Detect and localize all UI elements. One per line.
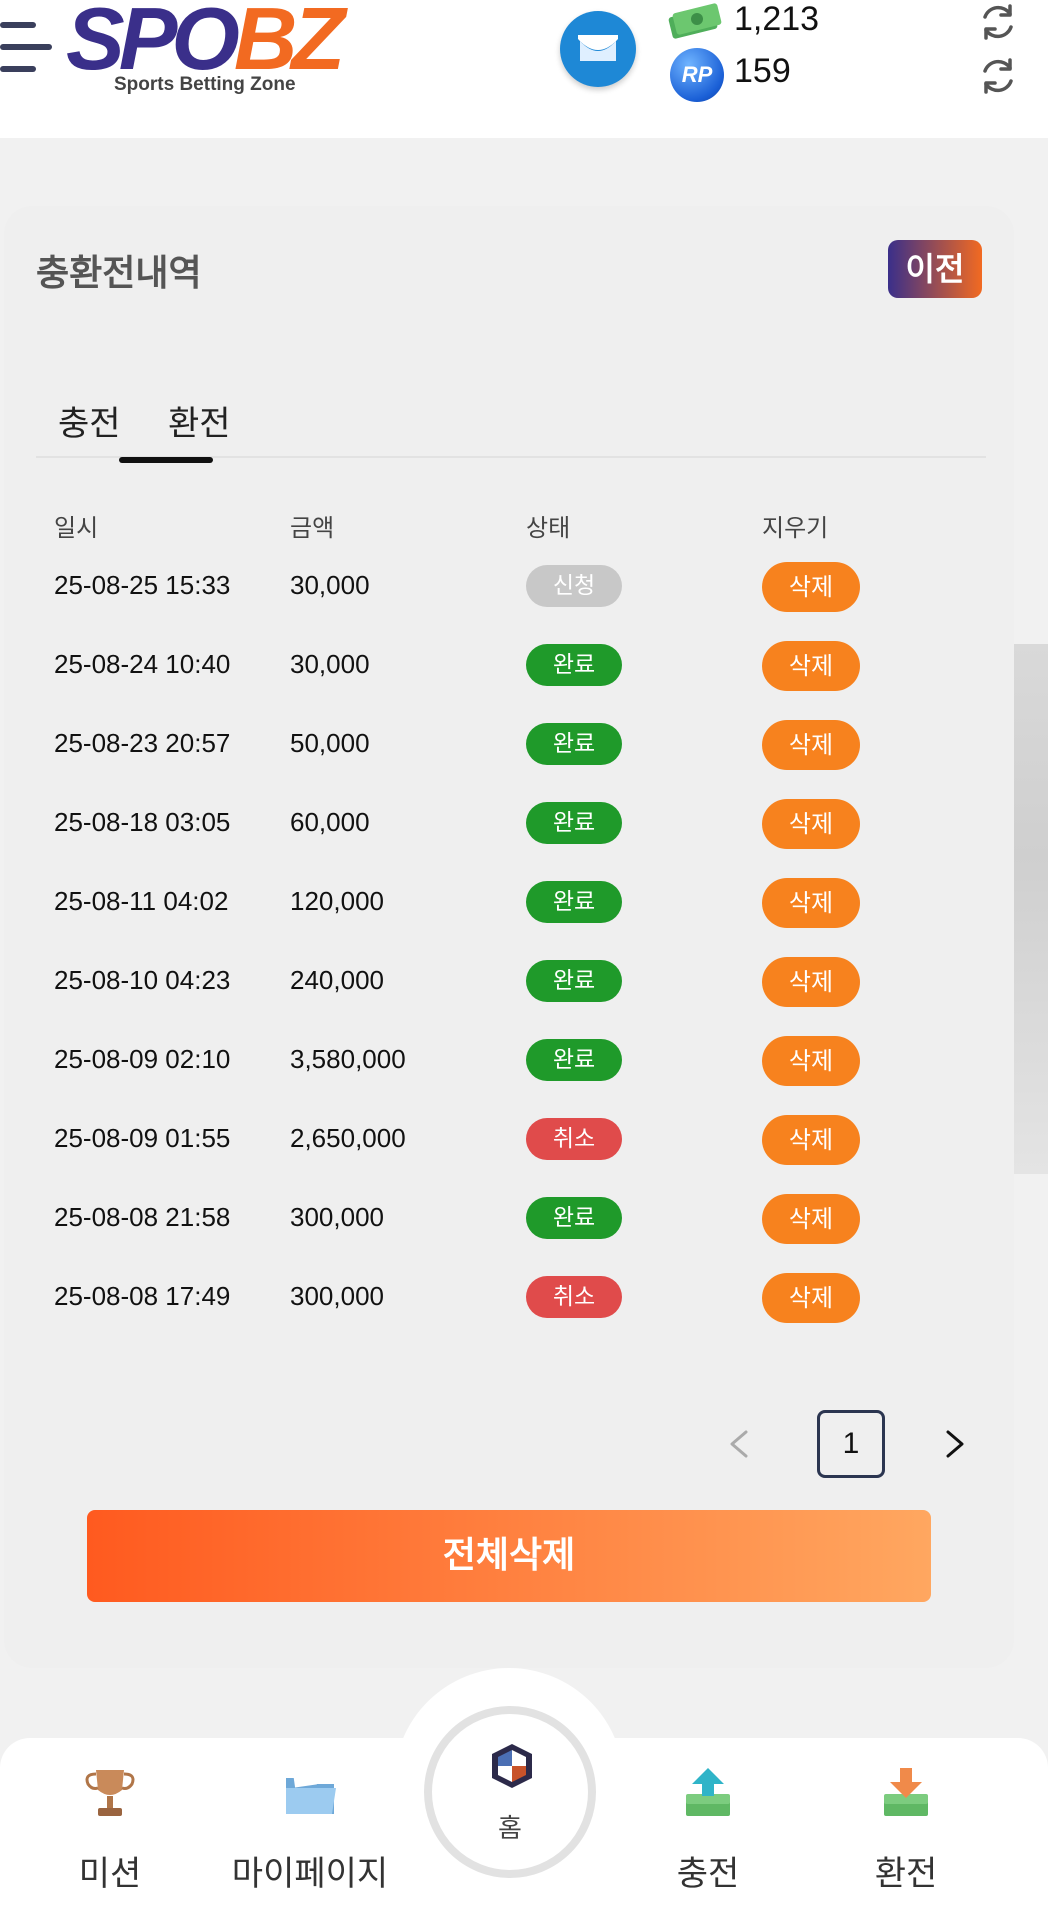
row-amount: 2,650,000	[290, 1123, 406, 1153]
background-image-strip	[1014, 644, 1048, 1174]
delete-row-button[interactable]: 삭제	[762, 641, 860, 691]
history-table: 일시 금액 상태 지우기 25-08-25 15:33 30,000 신청 삭제 25-…	[54, 508, 954, 1344]
trophy-icon	[85, 1770, 135, 1816]
column-status: 상태	[526, 514, 571, 542]
row-amount: 240,000	[290, 965, 384, 995]
cash-icon	[668, 3, 722, 39]
table-row: 25-08-11 04:02 120,000 완료 삭제	[54, 870, 954, 949]
nav-exchange-label: 환전	[874, 1854, 938, 1894]
table-header: 일시 금액 상태 지우기	[54, 508, 954, 554]
sports-shield-icon	[492, 1744, 532, 1788]
row-amount: 300,000	[290, 1202, 384, 1232]
status-badge: 완료	[526, 881, 622, 923]
row-amount: 30,000	[290, 570, 370, 600]
column-amount: 금액	[290, 514, 335, 542]
nav-mypage-label: 마이페이지	[231, 1854, 389, 1894]
status-badge: 완료	[526, 1197, 622, 1239]
table-row: 25-08-24 10:40 30,000 완료 삭제	[54, 633, 954, 712]
delete-row-button[interactable]: 삭제	[762, 1036, 860, 1086]
row-amount: 30,000	[290, 649, 370, 679]
row-date: 25-08-08 17:49	[54, 1281, 231, 1311]
row-date: 25-08-11 04:02	[54, 886, 229, 916]
page-number-current[interactable]: 1	[817, 1410, 885, 1478]
nav-home-label: 홈	[498, 1814, 522, 1844]
table-row: 25-08-23 20:57 50,000 완료 삭제	[54, 712, 954, 791]
refresh-money-icon[interactable]	[976, 0, 1020, 44]
pagination: 1	[720, 1410, 990, 1480]
row-amount: 120,000	[290, 886, 384, 916]
envelope-icon	[578, 35, 618, 61]
deposit-icon	[686, 1768, 730, 1816]
nav-charge-label: 충전	[676, 1854, 740, 1894]
page-title: 충환전내역	[36, 253, 202, 294]
status-badge: 완료	[526, 723, 622, 765]
status-badge: 신청	[526, 565, 622, 607]
table-row: 25-08-09 02:10 3,580,000 완료 삭제	[54, 1028, 954, 1107]
tab-exchange[interactable]: 환전	[168, 396, 231, 445]
delete-row-button[interactable]: 삭제	[762, 878, 860, 928]
chevron-right-icon[interactable]	[934, 1424, 974, 1464]
delete-row-button[interactable]: 삭제	[762, 1194, 860, 1244]
row-date: 25-08-09 01:55	[54, 1123, 231, 1153]
table-row: 25-08-08 21:58 300,000 완료 삭제	[54, 1186, 954, 1265]
rp-coin-icon: RP	[670, 48, 724, 102]
row-amount: 3,580,000	[290, 1044, 406, 1074]
row-amount: 50,000	[290, 728, 370, 758]
delete-row-button[interactable]: 삭제	[762, 957, 860, 1007]
delete-all-button[interactable]: 전체삭제	[87, 1510, 931, 1602]
delete-row-button[interactable]: 삭제	[762, 562, 860, 612]
status-badge: 완료	[526, 960, 622, 1002]
logo[interactable]: SPOBZ Sports Betting Zone	[66, 0, 346, 104]
nav-home[interactable]: 홈	[424, 1706, 596, 1878]
row-date: 25-08-10 04:23	[54, 965, 231, 995]
history-card: 충환전내역 이전 충전 환전 일시 금액 상태 지우기 25-08-25 15:…	[4, 206, 1014, 1668]
money-balance: 1,213	[734, 0, 820, 38]
row-date: 25-08-18 03:05	[54, 807, 231, 837]
row-date: 25-08-23 20:57	[54, 728, 231, 758]
table-row: 25-08-09 01:55 2,650,000 취소 삭제	[54, 1107, 954, 1186]
table-row: 25-08-25 15:33 30,000 신청 삭제	[54, 554, 954, 633]
logo-subtitle: Sports Betting Zone	[114, 74, 296, 95]
table-row: 25-08-08 17:49 300,000 취소 삭제	[54, 1265, 954, 1344]
status-badge: 완료	[526, 644, 622, 686]
delete-row-button[interactable]: 삭제	[762, 720, 860, 770]
row-amount: 60,000	[290, 807, 370, 837]
prev-button[interactable]: 이전	[888, 240, 982, 298]
row-date: 25-08-25 15:33	[54, 570, 231, 600]
delete-row-button[interactable]: 삭제	[762, 1115, 860, 1165]
rp-balance: 159	[734, 52, 791, 90]
withdraw-icon	[884, 1768, 928, 1816]
menu-icon[interactable]	[0, 18, 56, 74]
refresh-rp-icon[interactable]	[976, 54, 1020, 98]
folder-icon	[286, 1770, 336, 1814]
chevron-left-icon[interactable]	[720, 1424, 760, 1464]
status-badge: 취소	[526, 1118, 622, 1160]
status-badge: 취소	[526, 1276, 622, 1318]
delete-row-button[interactable]: 삭제	[762, 1273, 860, 1323]
top-header: SPOBZ Sports Betting Zone 1,213 RP 159	[0, 0, 1048, 138]
row-date: 25-08-09 02:10	[54, 1044, 231, 1074]
table-row: 25-08-18 03:05 60,000 완료 삭제	[54, 791, 954, 870]
row-date: 25-08-24 10:40	[54, 649, 231, 679]
tab-bar: 충전 환전	[36, 396, 986, 458]
column-date: 일시	[54, 514, 99, 542]
mail-button[interactable]	[560, 11, 636, 87]
tab-charge[interactable]: 충전	[58, 396, 121, 445]
column-delete: 지우기	[762, 514, 829, 542]
active-tab-indicator	[119, 457, 213, 463]
row-amount: 300,000	[290, 1281, 384, 1311]
nav-mission-label: 미션	[78, 1854, 142, 1894]
status-badge: 완료	[526, 802, 622, 844]
status-badge: 완료	[526, 1039, 622, 1081]
table-row: 25-08-10 04:23 240,000 완료 삭제	[54, 949, 954, 1028]
row-date: 25-08-08 21:58	[54, 1202, 231, 1232]
delete-row-button[interactable]: 삭제	[762, 799, 860, 849]
